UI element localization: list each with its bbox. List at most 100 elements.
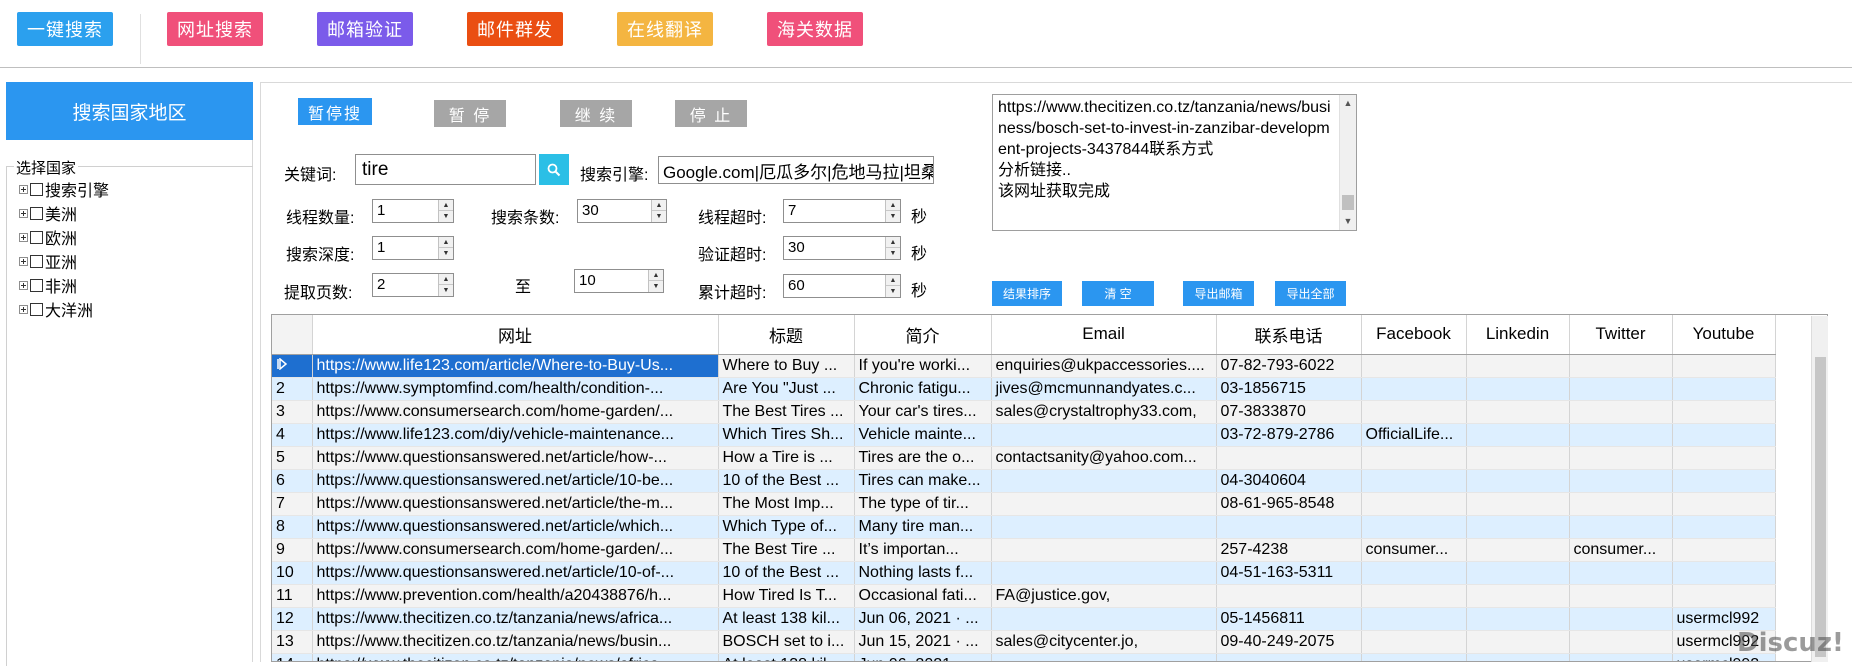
cell-url[interactable]: https://www.questionsanswered.net/articl… xyxy=(312,469,719,493)
cell-facebook[interactable]: consumer... xyxy=(1361,538,1467,562)
export-mail-button[interactable]: 导出邮箱 xyxy=(1183,281,1254,306)
cell-desc[interactable]: Jun 06, 2021 · ... xyxy=(854,653,992,661)
tree-item-oceania[interactable]: 大洋洲 xyxy=(19,297,109,321)
cell-phone[interactable]: 04-3040604 xyxy=(1216,469,1362,493)
col-header-twitter[interactable]: Twitter xyxy=(1569,315,1673,355)
row-number[interactable]: 5 xyxy=(272,446,313,470)
cell-desc[interactable]: Many tire man... xyxy=(854,515,992,539)
cell-facebook[interactable] xyxy=(1361,630,1467,654)
cell-phone[interactable]: 03-1856715 xyxy=(1216,377,1362,401)
cell-url[interactable]: https://www.questionsanswered.net/articl… xyxy=(312,515,719,539)
cell-url[interactable]: https://www.consumersearch.com/home-gard… xyxy=(312,400,719,424)
cell-linkedin[interactable] xyxy=(1466,653,1570,661)
mass-mail-button[interactable]: 邮件群发 xyxy=(467,12,563,46)
spin-down-icon[interactable]: ▼ xyxy=(886,286,900,297)
expand-icon[interactable] xyxy=(19,232,28,242)
cell-title[interactable]: Where to Buy ... xyxy=(718,354,855,378)
tree-item-americas[interactable]: 美洲 xyxy=(19,201,109,225)
row-number[interactable] xyxy=(272,354,313,378)
row-number[interactable]: 11 xyxy=(272,584,313,608)
cell-twitter[interactable] xyxy=(1569,469,1673,493)
cell-twitter[interactable] xyxy=(1569,607,1673,631)
table-row[interactable]: 8 https://www.questionsanswered.net/artic… xyxy=(272,515,1776,539)
cell-linkedin[interactable] xyxy=(1466,630,1570,654)
cell-facebook[interactable] xyxy=(1361,515,1467,539)
cell-title[interactable]: The Best Tire ... xyxy=(718,538,855,562)
cell-title[interactable]: How Tired Is T... xyxy=(718,584,855,608)
cell-youtube[interactable]: usermcl992 xyxy=(1672,607,1776,631)
cell-youtube[interactable] xyxy=(1672,492,1776,516)
checkbox[interactable] xyxy=(30,230,43,244)
cell-title[interactable]: Are You "Just ... xyxy=(718,377,855,401)
cell-email[interactable]: enquiries@ukpaccessories.... xyxy=(991,354,1217,378)
scroll-up-icon[interactable]: ▲ xyxy=(1340,95,1356,111)
cell-title[interactable]: Which Type of... xyxy=(718,515,855,539)
cell-linkedin[interactable] xyxy=(1466,354,1570,378)
to-stepper[interactable]: 10 ▲ ▼ xyxy=(574,269,664,293)
cell-title[interactable]: 10 of the Best ... xyxy=(718,561,855,585)
table-row[interactable]: 9 https://www.consumersearch.com/home-gar… xyxy=(272,538,1776,562)
col-header-linkedin[interactable]: Linkedin xyxy=(1466,315,1570,355)
spin-up-icon[interactable]: ▲ xyxy=(886,237,900,248)
table-scrollbar[interactable] xyxy=(1811,316,1828,662)
spin-down-icon[interactable]: ▼ xyxy=(886,248,900,259)
customs-data-button[interactable]: 海关数据 xyxy=(767,12,863,46)
spin-up-icon[interactable]: ▲ xyxy=(439,200,453,211)
cell-title[interactable]: 10 of the Best ... xyxy=(718,469,855,493)
depth-stepper[interactable]: 1 ▲ ▼ xyxy=(372,236,454,260)
expand-icon[interactable] xyxy=(19,280,28,290)
cell-email[interactable]: FA@justice.gov, xyxy=(991,584,1217,608)
cell-email[interactable] xyxy=(991,538,1217,562)
cell-facebook[interactable] xyxy=(1361,446,1467,470)
table-row[interactable]: 6 https://www.questionsanswered.net/artic… xyxy=(272,469,1776,493)
cell-title[interactable]: At least 138 kil... xyxy=(718,607,855,631)
cell-youtube[interactable] xyxy=(1672,584,1776,608)
cell-youtube[interactable] xyxy=(1672,446,1776,470)
online-translate-button[interactable]: 在线翻译 xyxy=(617,12,713,46)
cell-desc[interactable]: If you're worki... xyxy=(854,354,992,378)
cell-twitter[interactable] xyxy=(1569,653,1673,661)
cell-desc[interactable]: Occasional fati... xyxy=(854,584,992,608)
tree-item-search-engine[interactable]: 搜索引擎 xyxy=(19,177,109,201)
cell-facebook[interactable] xyxy=(1361,584,1467,608)
table-row[interactable]: 3 https://www.consumersearch.com/home-gar… xyxy=(272,400,1776,424)
cell-twitter[interactable] xyxy=(1569,630,1673,654)
table-row[interactable]: 4 https://www.life123.com/diy/vehicle-mai… xyxy=(272,423,1776,447)
keyword-input[interactable]: tire xyxy=(355,154,536,185)
cell-url[interactable]: https://www.questionsanswered.net/articl… xyxy=(312,492,719,516)
checkbox[interactable] xyxy=(30,206,43,220)
verify-timeout-stepper[interactable]: 30 ▲ ▼ xyxy=(783,236,901,260)
expand-icon[interactable] xyxy=(19,184,28,194)
cell-phone[interactable]: 08-61-965-8548 xyxy=(1216,492,1362,516)
cell-phone[interactable] xyxy=(1216,446,1362,470)
tree-item-asia[interactable]: 亚洲 xyxy=(19,249,109,273)
cell-email[interactable] xyxy=(991,492,1217,516)
stop-button[interactable]: 停 止 xyxy=(675,100,747,127)
cell-title[interactable]: Which Tires Sh... xyxy=(718,423,855,447)
cell-phone[interactable] xyxy=(1216,653,1362,661)
cell-url[interactable]: https://www.questionsanswered.net/articl… xyxy=(312,561,719,585)
cell-facebook[interactable] xyxy=(1361,377,1467,401)
col-header-youtube[interactable]: Youtube xyxy=(1672,315,1776,355)
col-header-title[interactable]: 标题 xyxy=(718,315,855,355)
cell-phone[interactable]: 03-72-879-2786 xyxy=(1216,423,1362,447)
table-row[interactable]: 2 https://www.symptomfind.com/health/cond… xyxy=(272,377,1776,401)
tree-item-europe[interactable]: 欧洲 xyxy=(19,225,109,249)
cell-youtube[interactable] xyxy=(1672,469,1776,493)
cell-twitter[interactable] xyxy=(1569,561,1673,585)
cell-email[interactable]: contactsanity@yahoo.com... xyxy=(991,446,1217,470)
cell-twitter[interactable] xyxy=(1569,377,1673,401)
cell-facebook[interactable] xyxy=(1361,469,1467,493)
cell-email[interactable] xyxy=(991,515,1217,539)
cell-linkedin[interactable] xyxy=(1466,469,1570,493)
cell-phone[interactable]: 04-51-163-5311 xyxy=(1216,561,1362,585)
table-row[interactable]: https://www.life123.com/article/Where-to… xyxy=(272,354,1776,378)
spin-up-icon[interactable]: ▲ xyxy=(439,274,453,285)
cell-twitter[interactable] xyxy=(1569,446,1673,470)
table-row[interactable]: 5 https://www.questionsanswered.net/artic… xyxy=(272,446,1776,470)
region-title[interactable]: 搜索国家地区 xyxy=(6,82,253,140)
cell-email[interactable]: sales@citycenter.jo, xyxy=(991,630,1217,654)
cell-email[interactable]: sales@crystaltrophy33.com, xyxy=(991,400,1217,424)
cell-email[interactable]: jives@mcmunnandyates.c... xyxy=(991,377,1217,401)
checkbox[interactable] xyxy=(30,182,43,196)
